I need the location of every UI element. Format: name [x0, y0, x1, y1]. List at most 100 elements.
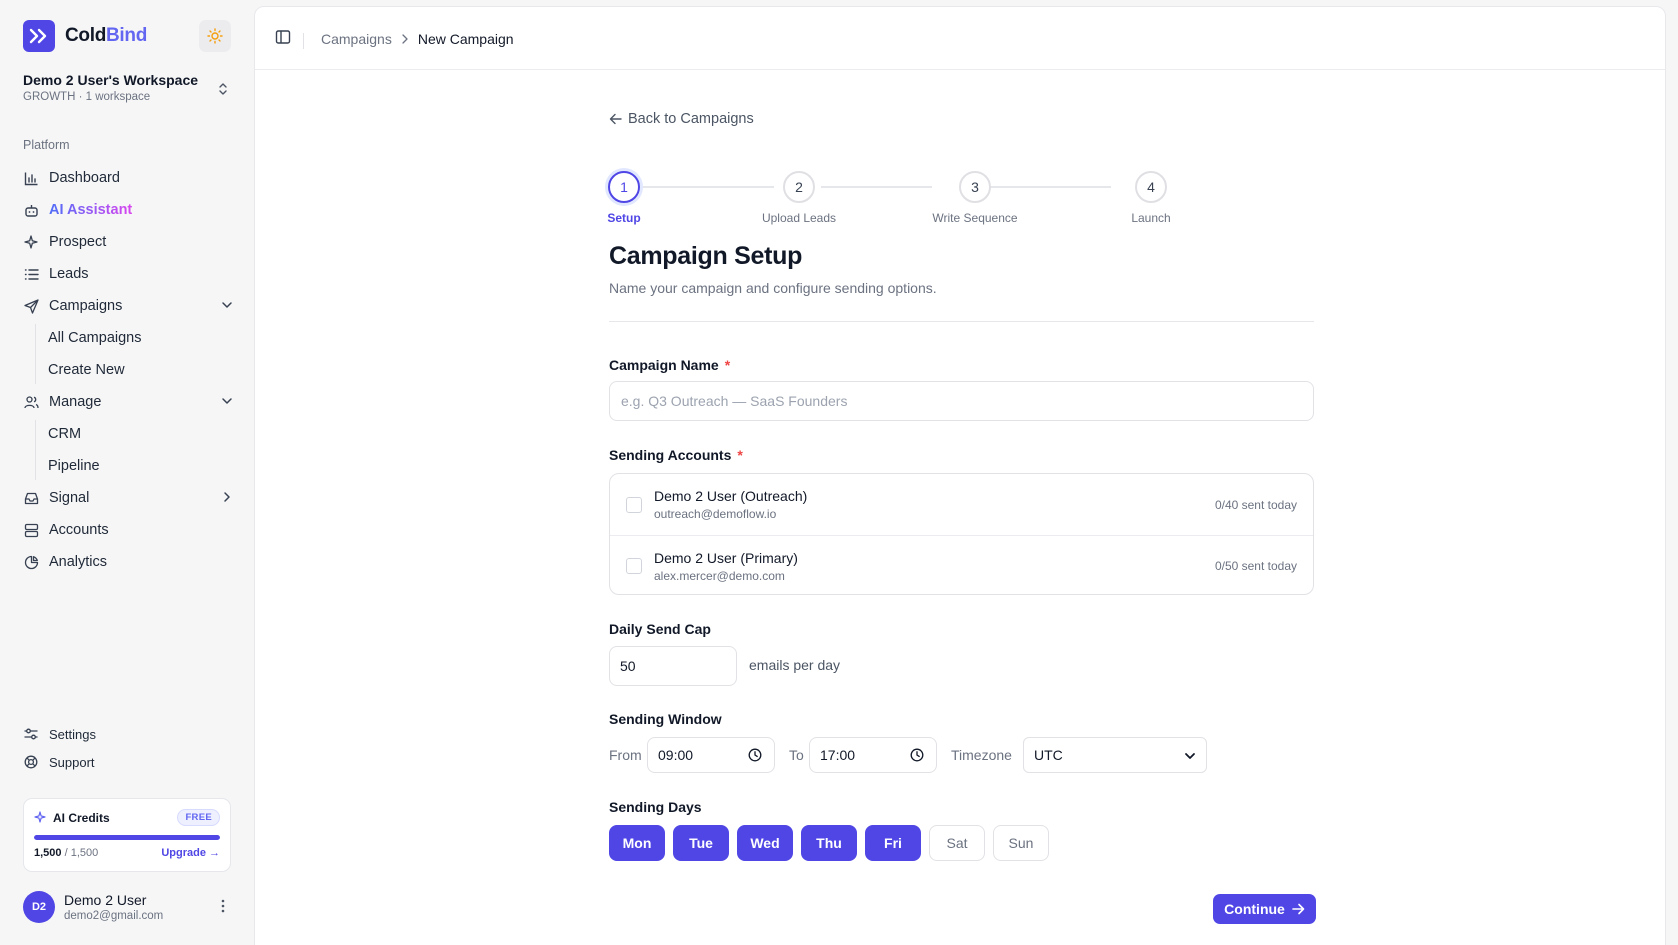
account-email: outreach@demoflow.io	[654, 507, 777, 521]
upgrade-link[interactable]: Upgrade →	[161, 847, 220, 859]
sidebar-bottom-nav: Settings Support	[23, 720, 235, 776]
campaign-name-label: Campaign Name *	[609, 357, 731, 373]
day-toggle-sat[interactable]: Sat	[929, 825, 985, 861]
chevron-down-icon	[222, 398, 232, 404]
credits-progress-bar	[34, 835, 220, 840]
step-upload-leads[interactable]: 2 Upload Leads	[739, 171, 859, 225]
account-checkbox[interactable]	[626, 496, 642, 513]
account-sent-count: 0/40 sent today	[1214, 497, 1297, 512]
required-mark: *	[724, 357, 731, 373]
sidebar-item-pipeline[interactable]: Pipeline	[23, 450, 235, 482]
workspace-switcher[interactable]: Demo 2 User's Workspace GROWTH · 1 works…	[23, 72, 237, 108]
sending-window-row: From 09:00 To 17:00 Timezone UTC	[609, 737, 1314, 773]
sidebar-item-analytics[interactable]: Analytics	[23, 546, 235, 578]
sidebar-item-label: Leads	[49, 266, 89, 282]
robot-icon	[23, 202, 39, 218]
sidebar-item-prospect[interactable]: Prospect	[23, 226, 235, 258]
workspace-plan: GROWTH · 1 workspace	[23, 91, 151, 103]
day-toggle-wed[interactable]: Wed	[737, 825, 793, 861]
sidebar-item-create-new[interactable]: Create New	[23, 354, 235, 386]
send-icon	[23, 298, 39, 314]
chevron-up-down-icon	[219, 83, 227, 95]
sidebar-item-accounts[interactable]: Accounts	[23, 514, 235, 546]
step-setup[interactable]: 1 Setup	[564, 171, 684, 225]
step-launch[interactable]: 4 Launch	[1091, 171, 1211, 225]
daily-send-cap-input[interactable]: 50	[609, 646, 737, 686]
step-label: Upload Leads	[761, 211, 837, 225]
sidebar-item-crm[interactable]: CRM	[23, 418, 235, 450]
timezone-select[interactable]: UTC	[1023, 737, 1207, 773]
account-sent-count: 0/50 sent today	[1214, 559, 1297, 573]
page-subtitle: Name your campaign and configure sending…	[609, 280, 937, 296]
sliders-icon	[23, 726, 39, 742]
sparkles-icon	[34, 811, 47, 824]
day-toggle-fri[interactable]: Fri	[865, 825, 921, 861]
step-label: Setup	[607, 211, 641, 225]
section-divider	[609, 321, 1314, 322]
chevron-right-icon	[224, 492, 230, 502]
sidebar-item-leads[interactable]: Leads	[23, 258, 235, 290]
to-time-input[interactable]: 17:00	[809, 737, 937, 773]
account-checkbox[interactable]	[626, 558, 642, 574]
avatar: D2	[23, 891, 55, 923]
from-label: From	[609, 747, 642, 763]
sending-accounts-list: Demo 2 User (Outreach) outreach@demoflow…	[609, 473, 1314, 595]
sidebar-item-support[interactable]: Support	[23, 748, 235, 776]
section-label-platform: Platform	[23, 138, 70, 152]
sidebar-item-label: Settings	[49, 726, 96, 742]
page-title: Campaign Setup	[609, 242, 803, 270]
sidebar-item-manage[interactable]: Manage	[23, 386, 235, 418]
arrow-right-icon	[1292, 903, 1305, 915]
theme-toggle-button[interactable]	[199, 20, 231, 52]
lifebuoy-icon	[23, 754, 39, 770]
sidebar-item-dashboard[interactable]: Dashboard	[23, 162, 235, 194]
list-icon	[23, 266, 39, 282]
brand[interactable]: ColdBind	[23, 20, 147, 52]
back-to-campaigns-link[interactable]: Back to Campaigns	[609, 111, 754, 127]
step-write-sequence[interactable]: 3 Write Sequence	[915, 171, 1035, 225]
sidebar-item-label: AI Assistant	[49, 202, 133, 218]
sidebar-item-label: Prospect	[49, 234, 107, 250]
step-number: 1	[608, 171, 640, 203]
campaign-name-input[interactable]	[609, 381, 1314, 421]
coldbind-logo-icon	[23, 20, 55, 52]
sidebar: ColdBind Demo 2 User's Workspace GROWTH …	[0, 0, 254, 945]
account-row[interactable]: Demo 2 User (Outreach) outreach@demoflow…	[610, 474, 1313, 535]
sidebar-item-settings[interactable]: Settings	[23, 720, 235, 748]
sidebar-item-ai-assistant[interactable]: AI Assistant	[23, 194, 235, 226]
brand-name: ColdBind	[65, 25, 148, 46]
sun-icon	[207, 28, 223, 44]
bar-chart-icon	[23, 170, 39, 186]
pie-chart-icon	[23, 554, 39, 570]
account-row[interactable]: Demo 2 User (Primary) alex.mercer@demo.c…	[610, 535, 1313, 594]
sending-days-group: Mon Tue Wed Thu Fri Sat Sun	[609, 825, 1057, 861]
sparkles-icon	[23, 234, 39, 250]
breadcrumb-campaigns-link[interactable]: Campaigns	[321, 31, 392, 47]
sidebar-item-label: Dashboard	[49, 170, 120, 186]
users-icon	[23, 394, 39, 410]
user-email: demo2@gmail.com	[64, 910, 164, 922]
clock-icon	[910, 748, 924, 762]
campaigns-submenu: All Campaigns Create New	[23, 322, 235, 386]
clock-icon	[748, 748, 762, 762]
sidebar-item-all-campaigns[interactable]: All Campaigns	[23, 322, 235, 354]
sidebar-toggle-icon[interactable]	[275, 29, 291, 45]
sidebar-item-label: Accounts	[49, 522, 109, 538]
topbar: Campaigns New Campaign	[255, 7, 1665, 70]
scrollbar[interactable]	[1666, 0, 1678, 945]
breadcrumb-current: New Campaign	[417, 31, 514, 47]
sidebar-item-signal[interactable]: Signal	[23, 482, 235, 514]
step-label: Launch	[1131, 211, 1171, 225]
sidebar-item-label: Analytics	[49, 554, 108, 570]
stepper: 1 Setup 2 Upload Leads 3 Write Sequence …	[607, 171, 1314, 231]
more-vertical-icon[interactable]	[221, 899, 225, 913]
user-menu[interactable]: D2 Demo 2 User demo2@gmail.com	[23, 889, 235, 925]
sidebar-item-label: Signal	[49, 490, 90, 506]
day-toggle-mon[interactable]: Mon	[609, 825, 665, 861]
sidebar-item-campaigns[interactable]: Campaigns	[23, 290, 235, 322]
from-time-input[interactable]: 09:00	[647, 737, 775, 773]
day-toggle-thu[interactable]: Thu	[801, 825, 857, 861]
day-toggle-tue[interactable]: Tue	[673, 825, 729, 861]
day-toggle-sun[interactable]: Sun	[993, 825, 1049, 861]
continue-button[interactable]: Continue	[1213, 894, 1316, 924]
